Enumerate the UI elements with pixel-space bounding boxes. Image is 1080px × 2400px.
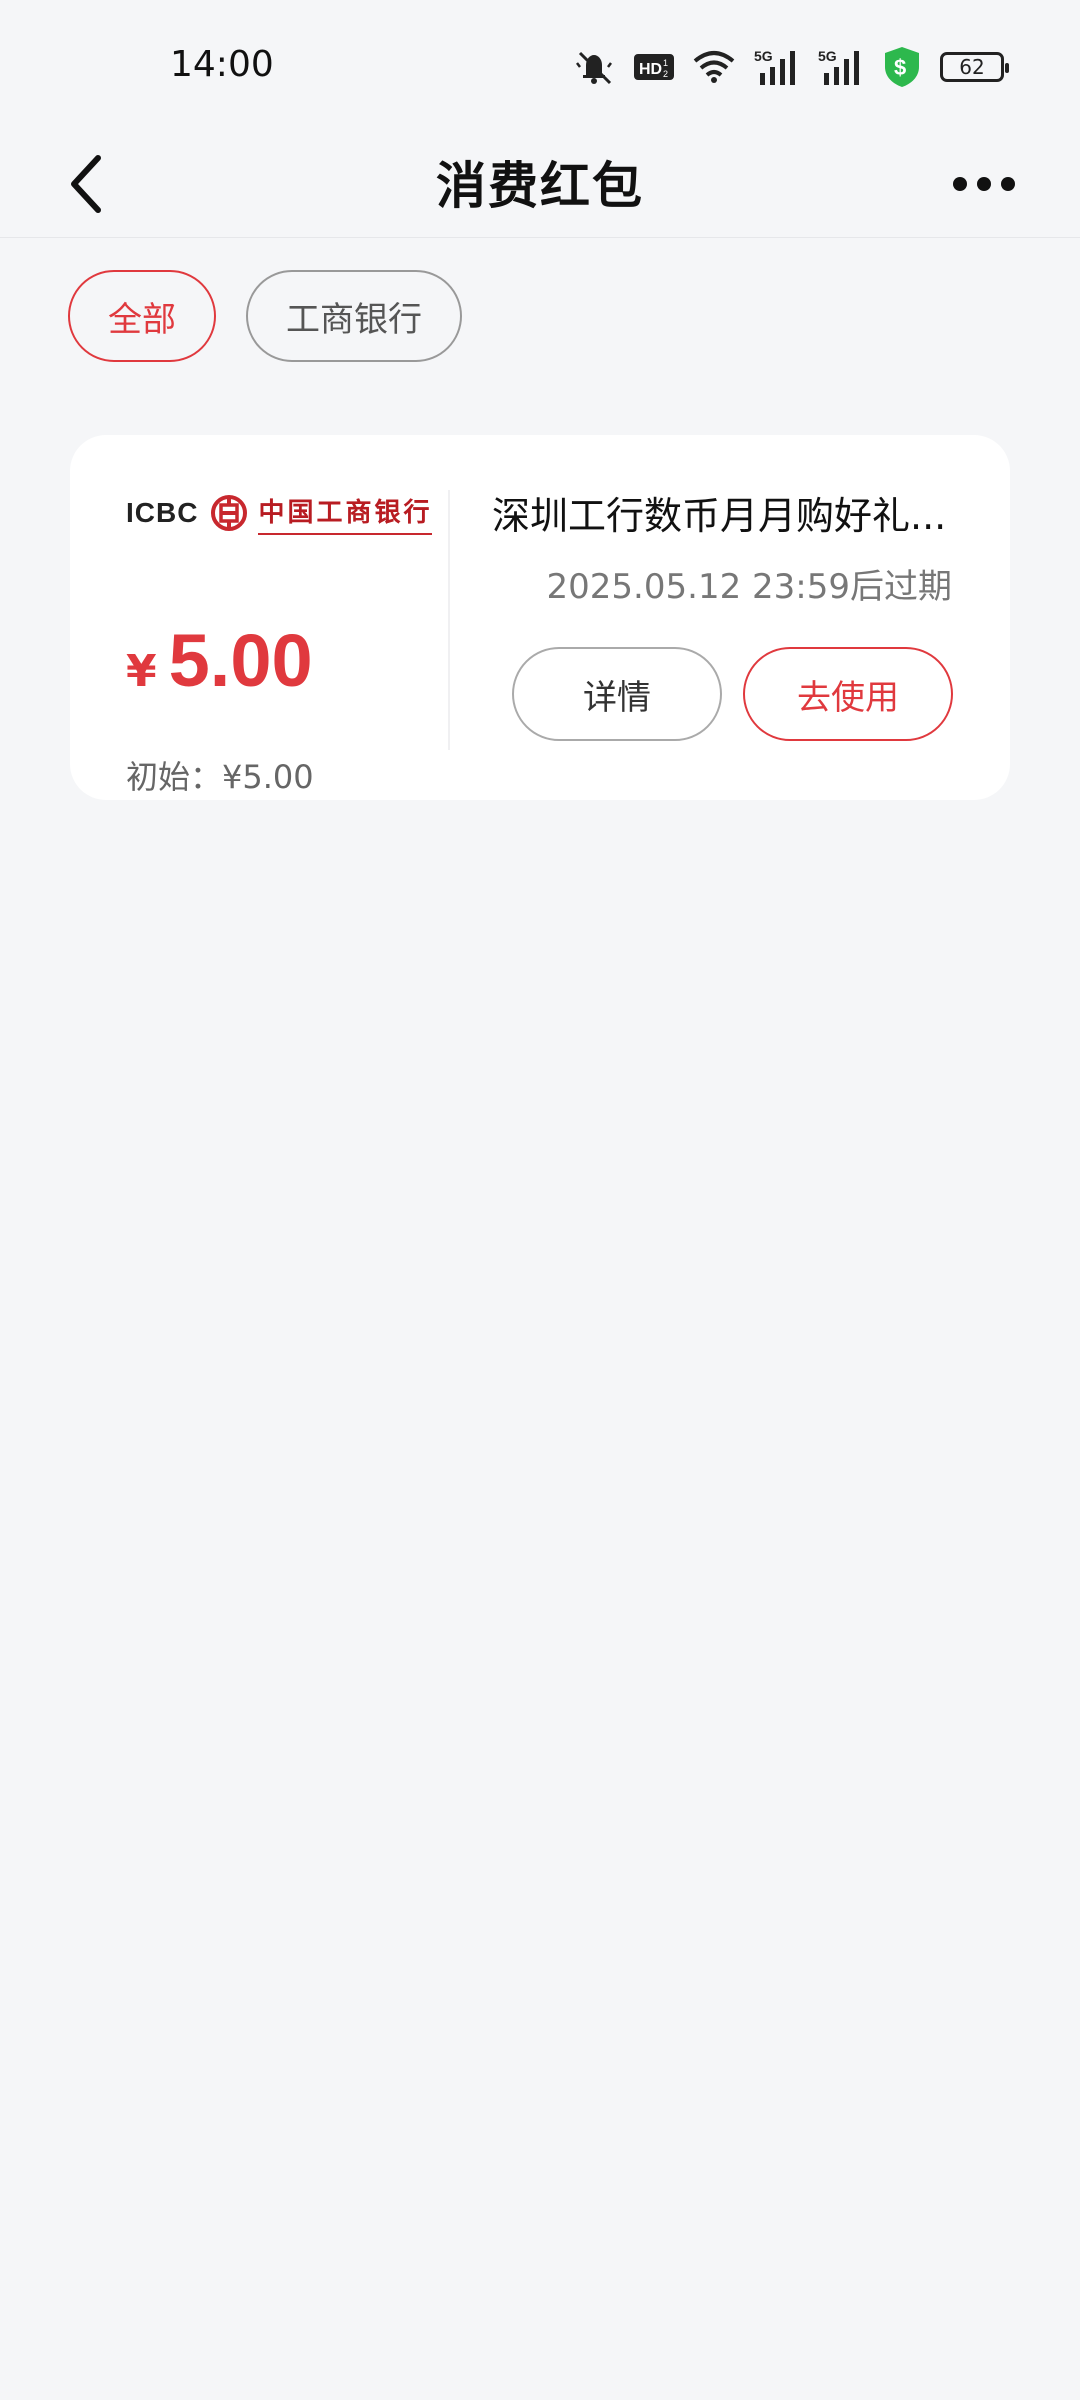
icbc-logo-cn: 中国工商银行 xyxy=(258,492,433,535)
currency-symbol: ¥ xyxy=(126,646,157,697)
title-bar: 消费红包 xyxy=(0,130,1080,238)
icbc-logo-text: ICBC xyxy=(126,497,199,528)
amount-value: 5.00 xyxy=(168,619,313,702)
red-packet-card[interactable]: ICBC 中国工商银行 ¥ 5.00 初始：¥5.00 深圳工行数币月月购好礼.… xyxy=(70,435,1010,800)
signal-5g-icon: 5G xyxy=(754,48,795,85)
svg-text:5G: 5G xyxy=(754,48,773,64)
battery-icon: 62 xyxy=(940,52,1009,82)
signal-5g-icon: 5G xyxy=(818,48,859,85)
svg-text:5G: 5G xyxy=(818,48,837,64)
amount: ¥ 5.00 xyxy=(126,618,313,703)
status-icons: HD 1 2 5G 5G $ 62 xyxy=(572,44,1009,90)
initial-amount: 初始：¥5.00 xyxy=(126,758,314,796)
svg-text:1: 1 xyxy=(663,58,668,68)
use-button[interactable]: 去使用 xyxy=(743,647,953,741)
icbc-logo: ICBC 中国工商银行 xyxy=(126,490,440,536)
filter-chips: 全部 工商银行 xyxy=(68,270,462,362)
page-title: 消费红包 xyxy=(436,157,644,215)
wifi-icon xyxy=(693,51,735,83)
card-title: 深圳工行数币月月购好礼... xyxy=(492,494,947,538)
icbc-emblem-icon xyxy=(211,495,248,531)
status-time: 14:00 xyxy=(170,44,274,85)
svg-text:HD: HD xyxy=(639,61,662,78)
payment-shield-icon: $ xyxy=(885,47,919,87)
status-bar: 14:00 HD 1 2 5G 5G $ 62 xyxy=(0,0,1080,130)
hd-icon: HD 1 2 xyxy=(634,54,674,80)
svg-text:2: 2 xyxy=(663,69,668,79)
mute-bell-icon xyxy=(576,51,612,85)
expire-time: 2025.05.12 23:59后过期 xyxy=(546,567,952,607)
filter-chip-icbc[interactable]: 工商银行 xyxy=(246,270,462,362)
more-dots-icon xyxy=(953,177,1015,191)
filter-chip-all[interactable]: 全部 xyxy=(68,270,216,362)
more-button[interactable] xyxy=(944,154,1024,214)
battery-level: 62 xyxy=(959,55,985,79)
card-left-section: ICBC 中国工商银行 ¥ 5.00 初始：¥5.00 xyxy=(126,490,446,796)
svg-text:$: $ xyxy=(894,55,906,80)
card-divider xyxy=(448,490,450,750)
detail-button[interactable]: 详情 xyxy=(512,647,722,741)
